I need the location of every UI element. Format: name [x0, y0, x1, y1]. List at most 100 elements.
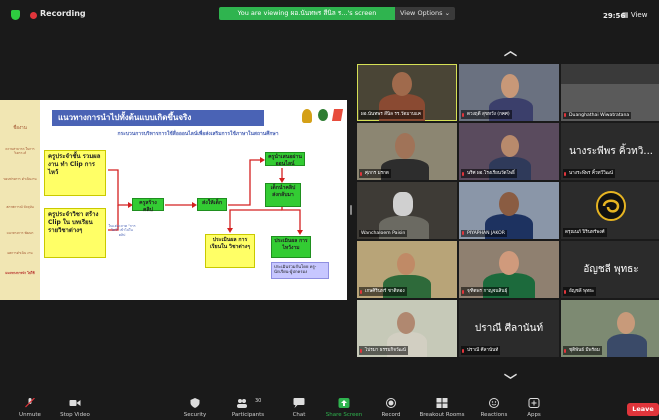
participant-name: Wanchaloem Paisin — [359, 230, 408, 237]
view-button[interactable]: ▦ View — [622, 11, 647, 19]
chat-label: Chat — [292, 412, 306, 418]
participant-name: ชุติพันธ์ มีพร้อม — [563, 346, 602, 355]
send-student-box: ส่งให้เด็ก — [197, 198, 227, 211]
participant-tile[interactable]: ดรุณนภ์ ปิรินทร์พงศ์ — [561, 182, 659, 239]
participant-name: ศุภกร มรกต — [359, 169, 391, 178]
stop-video-button[interactable]: Stop Video — [55, 395, 95, 420]
mic-muted-icon — [359, 349, 363, 354]
resize-handle[interactable] — [350, 205, 352, 215]
record-label: Record — [381, 412, 401, 418]
recording-label: Recording — [40, 9, 86, 18]
participant-tile[interactable]: PIYAPHAN JAKOR — [459, 182, 559, 239]
participant-tile[interactable]: อัญชลี พุทธะ อัญชลี พุทธะ — [561, 241, 659, 298]
mic-muted-icon — [461, 113, 465, 118]
apps-label: Apps — [527, 412, 541, 418]
reactions-smiley-icon — [489, 398, 499, 408]
mic-muted-icon — [25, 398, 35, 408]
share-screen-button[interactable]: Share Screen — [320, 395, 368, 420]
participants-icon — [237, 399, 248, 408]
clip-note-text: ในแต่ละภาค "การไหว้" เข้าไปในคลิป — [108, 224, 136, 237]
create-clip-box: ครูสร้างคลิป — [132, 198, 164, 213]
chat-button[interactable]: Chat — [284, 395, 314, 420]
participant-name: เกษศิรินทร์ ชาติทอง — [359, 287, 407, 296]
participant-name: นริศ ผอ.โรงเรียนวัดโพธิ์ — [461, 169, 517, 178]
breakout-rooms-label: Breakout Rooms — [419, 412, 465, 418]
evaluation-note-box: ประเมินร่วมกันโดย ครู-นักเรียน-ผู้ปกครอง — [271, 262, 329, 279]
participant-name: ดรุณนภ์ ปิรินทร์พงศ์ — [563, 228, 607, 237]
online-present-box: ครูนำเสนอผ่านออนไลน์ — [265, 152, 305, 167]
participant-name: Duanghathai Wiwatratana — [563, 112, 632, 119]
participant-gallery: ผอ.นันทพร สีนิล รร.วัดมาบแค ดวงฤดี สุขหว… — [355, 64, 659, 360]
apps-button[interactable]: Apps — [520, 395, 548, 420]
leave-button[interactable]: Leave — [627, 403, 659, 416]
share-screen-icon — [338, 398, 350, 408]
participant-tile[interactable]: นริศ ผอ.โรงเรียนวัดโพธิ์ — [459, 123, 559, 180]
evaluate-subject-box: ประเมินผล การเรียนใน วิชาต่างๆ — [205, 234, 255, 268]
participant-tile[interactable]: Wanchaloem Paisin — [357, 182, 457, 239]
participant-tile[interactable]: Duanghathai Wiwatratana — [561, 64, 659, 121]
participant-tile[interactable]: จุฑิตพร กาญจนสินธุ์ — [459, 241, 559, 298]
return-clip-box: เด็กนำคลิป ส่งกลับมา — [265, 183, 301, 207]
participants-label: Participants — [231, 412, 265, 418]
gallery-down-chevron-icon[interactable]: ﹀ — [504, 370, 517, 389]
participant-tile[interactable]: ชุติพันธ์ มีพร้อม — [561, 300, 659, 357]
recording-icon — [30, 12, 37, 19]
mic-muted-icon — [359, 172, 363, 177]
mic-muted-icon — [461, 290, 465, 295]
breakout-rooms-icon — [436, 398, 448, 408]
mic-muted-icon — [461, 349, 465, 354]
participant-tile[interactable]: ปราณี ศีลานันท์ ปราณี ศีลานันท์ — [459, 300, 559, 357]
view-options-button[interactable]: View Options ⌄ — [395, 7, 455, 20]
security-button[interactable]: Security — [176, 395, 214, 420]
participant-name: PIYAPHAN JAKOR — [461, 230, 507, 237]
chat-bubble-icon — [293, 398, 305, 408]
mic-muted-icon — [359, 290, 363, 295]
mic-muted-icon — [563, 290, 567, 295]
participant-name: ดวงฤดี สุขหวัง (กคศ) — [461, 110, 512, 119]
mic-muted-icon — [461, 172, 465, 177]
breakout-rooms-button[interactable]: Breakout Rooms — [414, 395, 470, 420]
participant-name: นางระพีพร คิ้วทวีวิฒน์ — [563, 169, 616, 178]
meeting-toolbar: Unmute Stop Video Security 30 Participan… — [0, 395, 659, 420]
participants-button[interactable]: 30 Participants — [225, 395, 271, 420]
video-camera-icon — [69, 400, 81, 406]
record-button[interactable]: Record — [374, 395, 408, 420]
stop-video-label: Stop Video — [60, 412, 90, 418]
unmute-button[interactable]: Unmute — [10, 395, 50, 420]
view-label: View — [630, 11, 648, 19]
unmute-label: Unmute — [19, 412, 41, 418]
shared-screen: ชื่องาน ความสามารถ ในการวิเคราะห์ ขอบข่า… — [0, 100, 347, 300]
participant-tile[interactable]: เกษศิรินทร์ ชาติทอง — [357, 241, 457, 298]
share-screen-label: Share Screen — [325, 412, 363, 418]
participant-name: ไปรมา ธรรมกิจวัฒน์ — [359, 346, 408, 355]
zoom-meeting-window: Recording You are viewing ผอ.นันทพร สีนิ… — [0, 0, 659, 420]
top-bar: Recording You are viewing ผอ.นันทพร สีนิ… — [0, 0, 659, 30]
record-icon — [386, 398, 396, 408]
gallery-up-chevron-icon[interactable]: ︿ — [504, 40, 517, 59]
participant-tile[interactable]: ดวงฤดี สุขหวัง (กคศ) — [459, 64, 559, 121]
participant-name: อัญชลี พุทธะ — [563, 287, 597, 296]
reactions-label: Reactions — [480, 412, 508, 418]
teacher-subject-box: ครูประจำวิชา สร้าง Clip ใน บทเรียน รายวิ… — [44, 208, 106, 258]
mic-muted-icon — [563, 113, 567, 118]
participants-count: 30 — [255, 398, 262, 404]
participant-name: ปราณี ศีลานันท์ — [461, 346, 501, 355]
evaluate-wai-box: ประเมินผล การไหว้งาม — [271, 236, 311, 258]
teacher-class-box: ครูประจำชั้น รวมผลงาน ทำ Clip การ ไหว้ — [44, 150, 106, 196]
mic-muted-icon — [563, 172, 567, 177]
participant-tile[interactable]: ผอ.นันทพร สีนิล รร.วัดมาบแค — [357, 64, 457, 121]
participant-tile[interactable]: นางระพีพร คิ้วทวิ... นางระพีพร คิ้วทวีวิ… — [561, 123, 659, 180]
participant-avatar-logo-icon — [596, 191, 626, 221]
shield-icon[interactable] — [11, 10, 20, 20]
reactions-button[interactable]: Reactions — [474, 395, 514, 420]
participant-tile[interactable]: ไปรมา ธรรมกิจวัฒน์ — [357, 300, 457, 357]
viewing-banner: You are viewing ผอ.นันทพร สีนิล ร...'s s… — [219, 7, 395, 20]
mic-muted-icon — [563, 349, 567, 354]
participant-name: จุฑิตพร กาญจนสินธุ์ — [461, 287, 510, 296]
participant-tile[interactable]: ศุภกร มรกต — [357, 123, 457, 180]
mic-muted-icon — [461, 231, 465, 236]
security-label: Security — [183, 412, 207, 418]
security-shield-icon — [190, 398, 200, 408]
participant-name: ผอ.นันทพร สีนิล รร.วัดมาบแค — [359, 110, 423, 119]
apps-icon — [528, 398, 540, 408]
